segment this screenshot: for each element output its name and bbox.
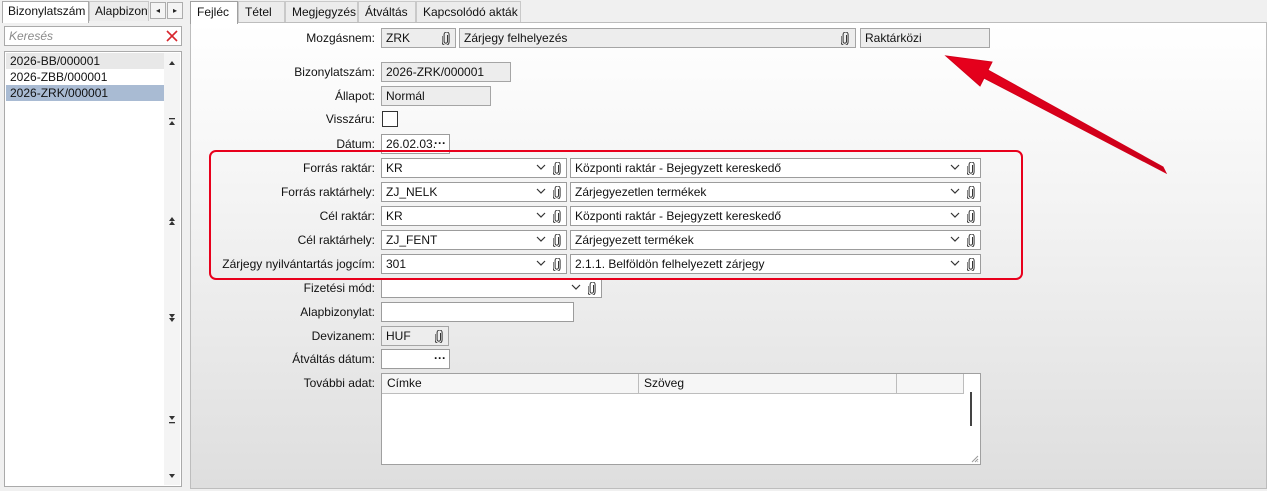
mozgasnem-type-field: Raktárközi [860,28,990,48]
list-item[interactable]: 2026-ZBB/000001 [6,69,164,85]
search-box [4,26,182,46]
list-item[interactable]: 2026-BB/000001 [6,53,164,69]
scroll-top-icon[interactable] [168,117,176,127]
atvaltas-datum-field[interactable]: ··· [381,349,450,369]
date-picker-button[interactable]: ··· [434,135,446,151]
atvaltas-datum-label: Átváltás dátum: [292,352,375,366]
tab-scroll-right-button[interactable]: ▸ [167,2,183,19]
devizanem-label: Devizanem: [311,329,375,343]
document-list: 2026-BB/000001 2026-ZBB/000001 2026-ZRK/… [4,51,182,487]
alapbizonylat-field[interactable] [381,302,574,322]
tab-kapcsolodo-aktak[interactable]: Kapcsolódó akták [416,1,521,23]
column-header-szoveg[interactable]: Szöveg [639,374,897,394]
scroll-down-arrow-icon[interactable] [168,471,176,481]
column-header-extra[interactable] [897,374,964,394]
list-scrollbar[interactable] [164,53,180,485]
search-input[interactable] [5,27,163,45]
tovabbi-adat-label: További adat: [303,376,375,390]
paperclip-icon[interactable] [435,330,443,343]
date-picker-button[interactable]: ··· [434,350,446,366]
devizanem-value: HUF [386,329,411,343]
paperclip-icon[interactable] [588,282,596,295]
scroll-up-arrow-icon[interactable] [168,58,176,68]
scroll-page-down-icon[interactable] [168,313,176,323]
mozgasnem-code-value: ZRK [386,31,410,45]
devizanem-field[interactable]: HUF [381,326,449,346]
allapot-field: Normál [381,86,491,106]
paperclip-icon[interactable] [442,32,450,45]
tab-bizonylatszam[interactable]: Bizonylatszám [2,1,89,23]
tovabbi-adat-grid[interactable]: Címke Szöveg [381,373,981,465]
chevron-down-icon[interactable] [571,284,581,291]
list-item-selected[interactable]: 2026-ZRK/000001 [6,85,164,101]
bizonylatszam-value: 2026-ZRK/000001 [386,65,485,79]
scroll-bottom-icon[interactable] [168,414,176,424]
datum-value: 26.02.03. [386,137,437,151]
mozgasnem-name-field[interactable]: Zárjegy felhelyezés [459,28,856,48]
mozgasnem-code-field[interactable]: ZRK [381,28,456,48]
close-icon[interactable] [165,29,179,43]
highlight-rectangle-annotation [209,150,1023,280]
allapot-value: Normál [386,89,425,103]
tab-tetel[interactable]: Tétel [238,1,285,23]
fizetesi-mod-label: Fizetési mód: [303,281,375,295]
mozgasnem-label: Mozgásnem: [306,31,375,45]
paperclip-icon[interactable] [841,32,849,45]
tab-fejlec[interactable]: Fejléc [190,1,238,24]
visszaru-label: Visszáru: [325,112,375,126]
tab-alapbizonylat[interactable]: Alapbizonylat [89,1,149,21]
scroll-page-up-icon[interactable] [168,216,176,226]
tab-atvaltas[interactable]: Átváltás [358,1,416,23]
mozgasnem-name-value: Zárjegy felhelyezés [464,31,568,45]
resize-grip-icon[interactable] [971,455,979,463]
fizetesi-mod-select[interactable] [381,278,602,298]
bizonylatszam-label: Bizonylatszám: [294,65,375,79]
column-header-cimke[interactable]: Címke [382,374,639,394]
header-form-panel: Mozgásnem: ZRK Zárjegy felhelyezés Raktá… [190,22,1267,489]
bizonylatszam-field: 2026-ZRK/000001 [381,62,511,82]
tab-scroll-left-button[interactable]: ◂ [150,2,166,19]
mozgasnem-type-value: Raktárközi [865,31,922,45]
document-list-panel: Bizonylatszám Alapbizonylat ◂ ▸ 2026-BB/… [0,0,186,491]
allapot-label: Állapot: [334,89,375,103]
visszaru-checkbox[interactable] [382,111,398,127]
alapbizonylat-label: Alapbizonylat: [300,305,375,319]
grid-scrollbar-thumb[interactable] [970,392,972,426]
tab-megjegyzes[interactable]: Megjegyzés [285,1,358,23]
